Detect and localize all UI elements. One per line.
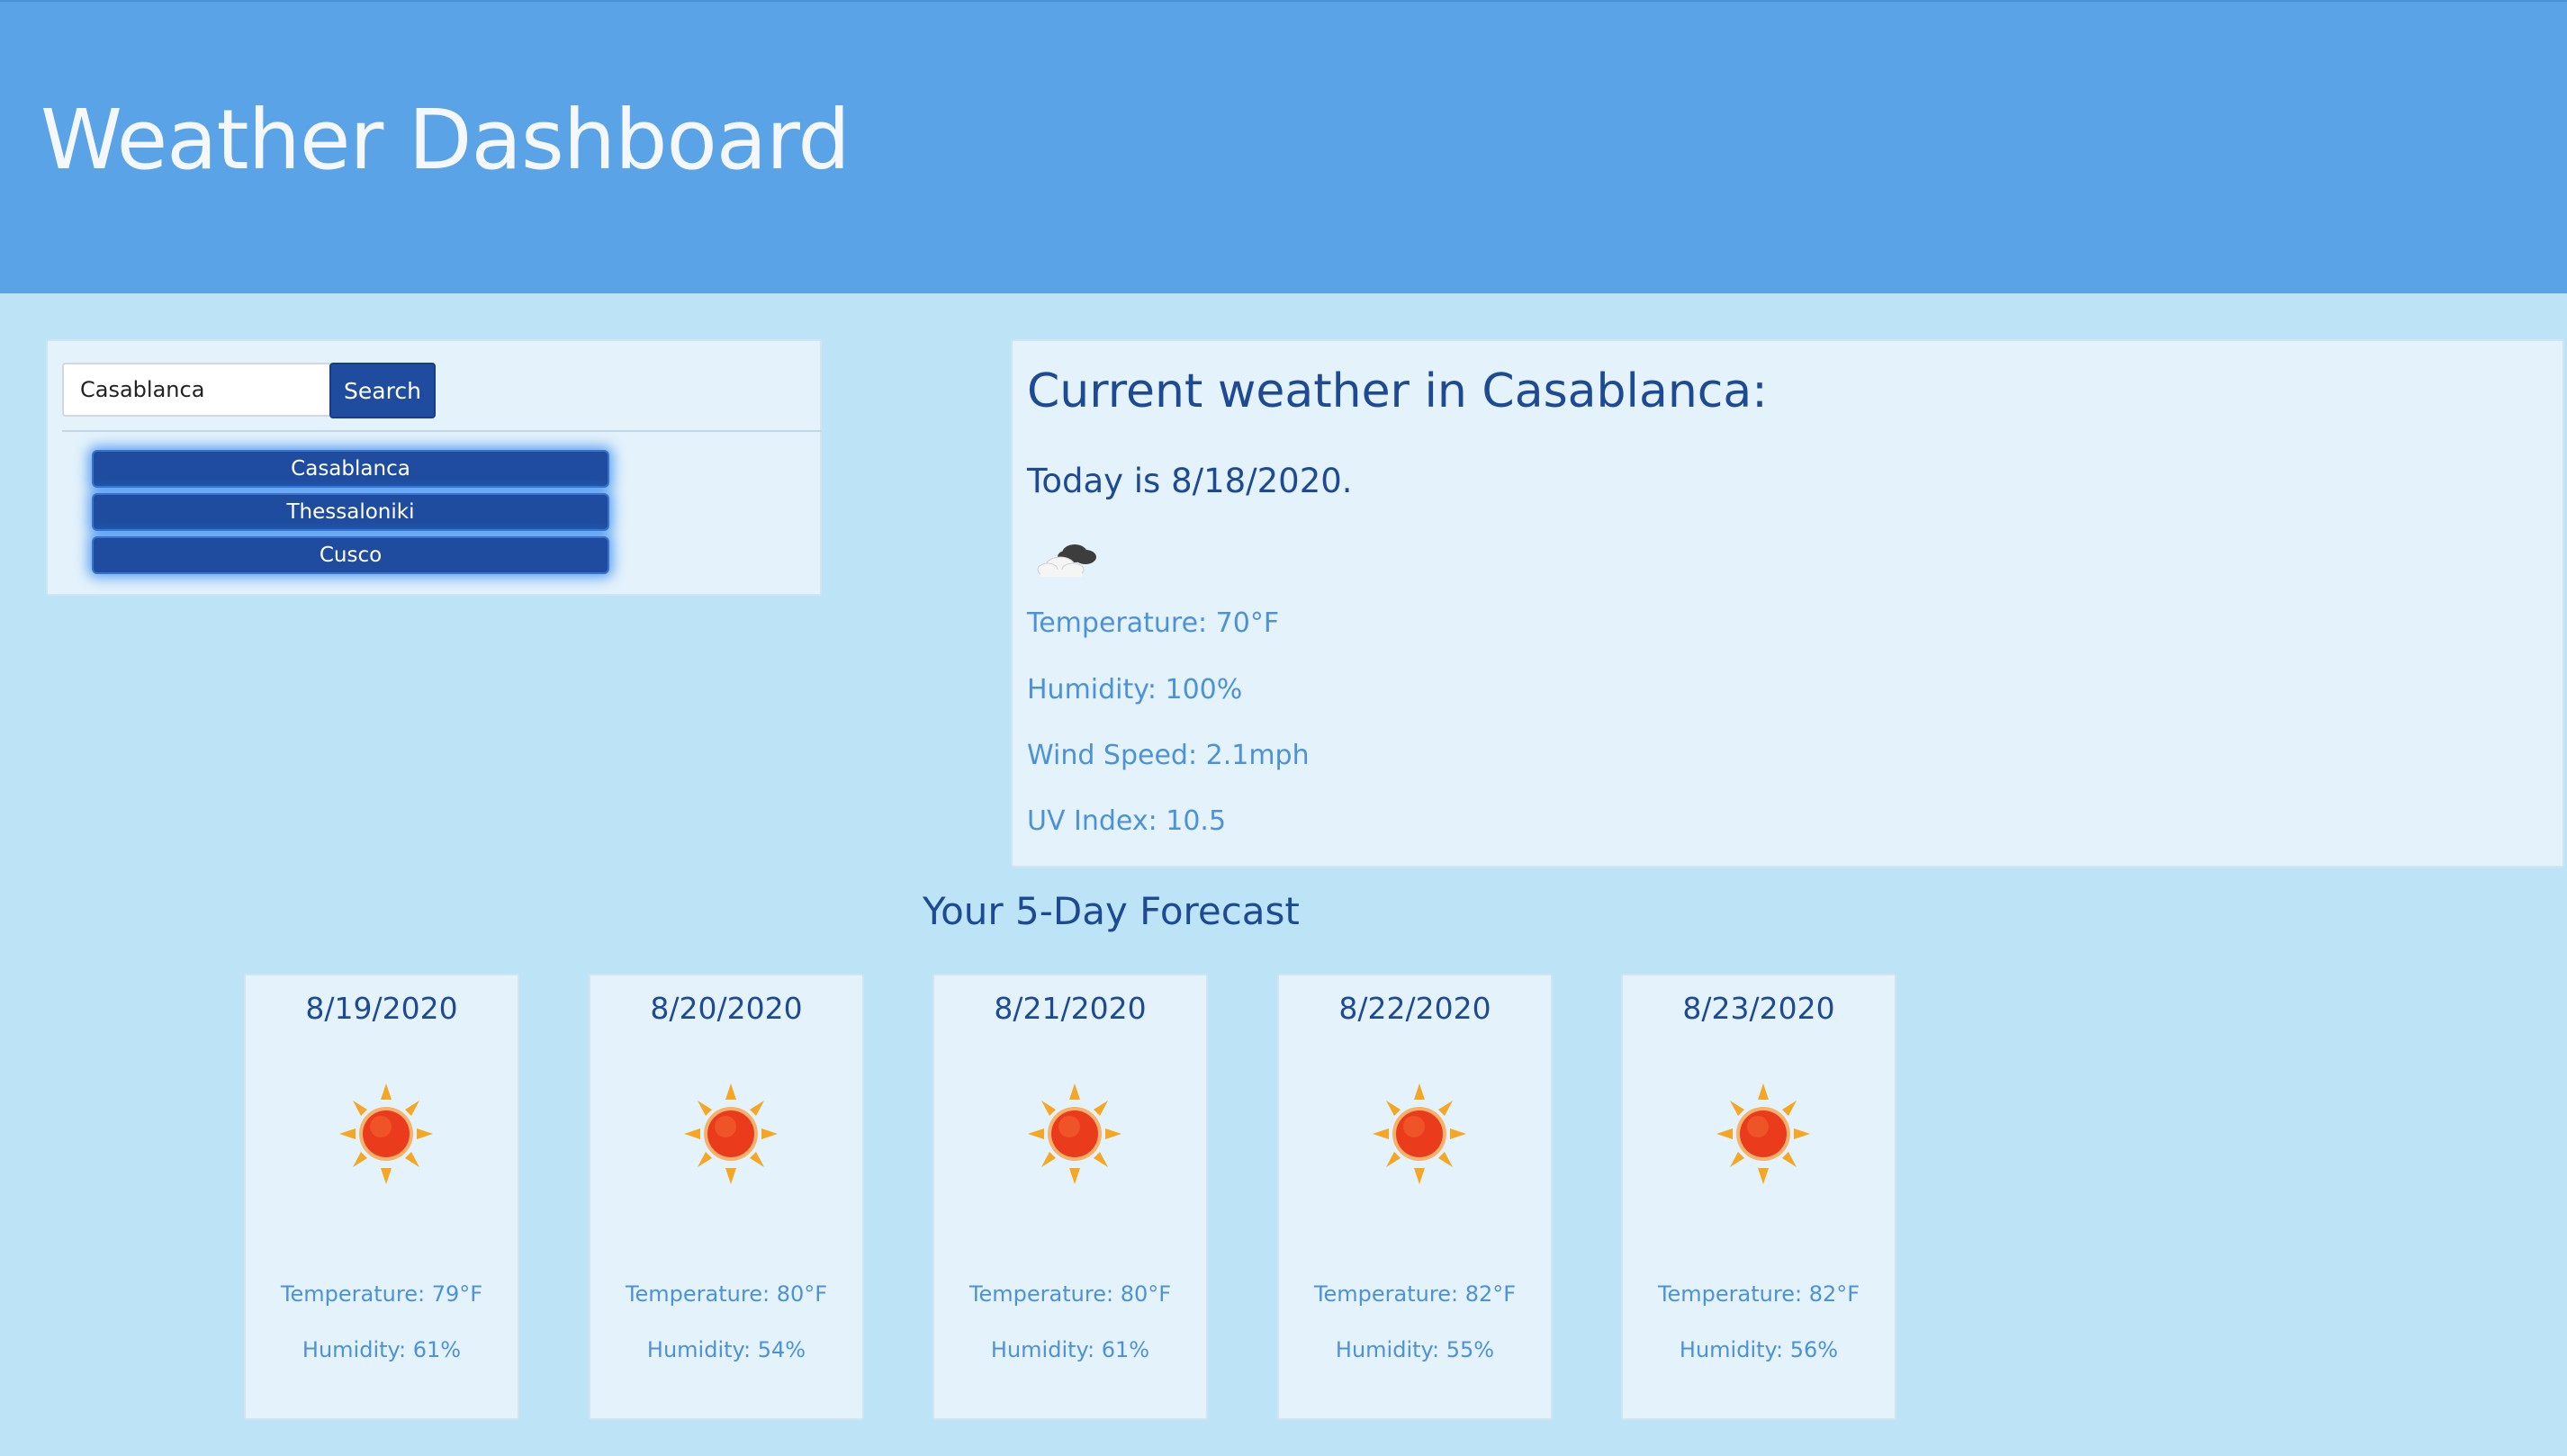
forecast-humidity: Humidity: 55% <box>1335 1337 1495 1362</box>
cloud-icon <box>1037 544 1096 577</box>
current-temperature: Temperature: 70°F <box>1027 607 1280 639</box>
forecast-date: 8/22/2020 <box>1338 991 1491 1026</box>
forecast-card: 8/23/2020 Temperature: 82°F Humidity: 56… <box>1621 974 1896 1420</box>
forecast-card: 8/19/2020 Temperature: 79°F Humidity: 61… <box>244 974 519 1420</box>
search-button[interactable]: Search <box>329 363 436 418</box>
search-panel: Search Casablanca Thessaloniki Cusco <box>46 339 822 596</box>
history-item-casablanca[interactable]: Casablanca <box>92 450 609 488</box>
sun-icon <box>1716 1083 1810 1184</box>
current-humidity: Humidity: 100% <box>1027 674 1243 706</box>
forecast-humidity: Humidity: 56% <box>1679 1337 1839 1362</box>
forecast-card: 8/20/2020 Temperature: 80°F Humidity: 54… <box>589 974 864 1420</box>
history-item-cusco[interactable]: Cusco <box>92 536 609 574</box>
header: Weather Dashboard <box>0 0 2567 293</box>
forecast-temperature: Temperature: 80°F <box>625 1281 828 1307</box>
forecast-date: 8/19/2020 <box>305 991 458 1026</box>
current-weather-panel: Current weather in Casablanca: Today is … <box>1011 339 2564 867</box>
forecast-humidity: Humidity: 61% <box>990 1337 1150 1362</box>
current-weather-heading: Current weather in Casablanca: <box>1027 364 1768 418</box>
current-wind-speed: Wind Speed: 2.1mph <box>1027 740 1310 771</box>
forecast-humidity: Humidity: 54% <box>646 1337 806 1362</box>
sun-icon <box>1028 1083 1121 1184</box>
page-title: Weather Dashboard <box>41 92 851 188</box>
history-item-thessaloniki[interactable]: Thessaloniki <box>92 493 609 531</box>
today-date: Today is 8/18/2020. <box>1027 462 1353 500</box>
sun-icon <box>684 1083 778 1184</box>
forecast-temperature: Temperature: 82°F <box>1657 1281 1860 1307</box>
forecast-date: 8/21/2020 <box>994 991 1147 1026</box>
search-history: Casablanca Thessaloniki Cusco <box>92 450 611 580</box>
forecast-temperature: Temperature: 82°F <box>1313 1281 1517 1307</box>
forecast-temperature: Temperature: 79°F <box>280 1281 483 1307</box>
forecast-temperature: Temperature: 80°F <box>968 1281 1172 1307</box>
forecast-card: 8/22/2020 Temperature: 82°F Humidity: 55… <box>1277 974 1553 1420</box>
divider <box>62 430 822 432</box>
search-input[interactable] <box>62 363 332 417</box>
forecast-humidity: Humidity: 61% <box>302 1337 462 1362</box>
forecast-date: 8/20/2020 <box>650 991 803 1026</box>
forecast-date: 8/23/2020 <box>1682 991 1835 1026</box>
sun-icon <box>1373 1083 1466 1184</box>
forecast-title: Your 5-Day Forecast <box>923 889 1300 933</box>
forecast-card: 8/21/2020 Temperature: 80°F Humidity: 61… <box>932 974 1208 1420</box>
sun-icon <box>339 1083 433 1184</box>
current-uv-index: UV Index: 10.5 <box>1027 805 1227 837</box>
